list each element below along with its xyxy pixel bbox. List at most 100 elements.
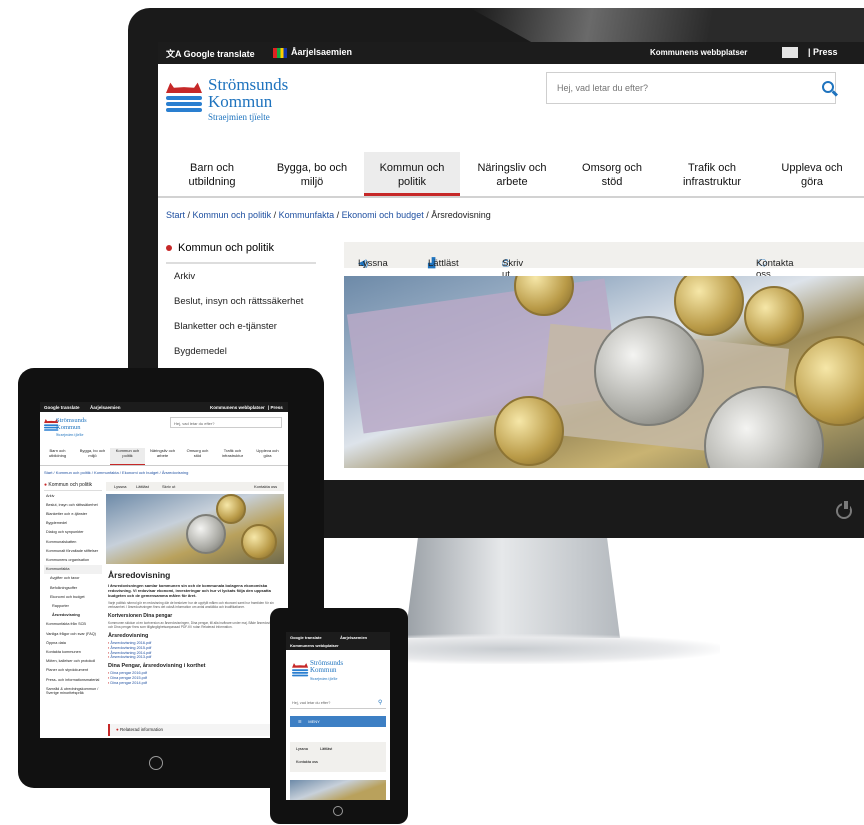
nav-item-bygga[interactable]: Bygga, bo och miljö bbox=[264, 152, 360, 196]
listen-button[interactable]: Lyssna bbox=[296, 747, 308, 751]
hero-image-coins bbox=[344, 276, 864, 468]
sidebar-subitem[interactable]: Rapporter bbox=[44, 601, 102, 610]
contact-button[interactable]: Kontakta oss bbox=[296, 760, 318, 764]
tools-bar: Lyssna Lättläst Kontakta oss bbox=[290, 742, 386, 772]
search-input[interactable] bbox=[547, 73, 807, 103]
breadcrumb-ekonomi[interactable]: Ekonomi och budget bbox=[342, 210, 424, 220]
sami-language-link[interactable]: Åarjelsaemien bbox=[340, 635, 367, 640]
sidebar-item[interactable]: Dialog och synpunkter bbox=[44, 528, 102, 537]
main-navigation: Barn och utbildning Bygga, bo och miljö Ko… bbox=[158, 152, 864, 198]
breadcrumb-kommunfakta[interactable]: Kommunfakta bbox=[279, 210, 335, 220]
google-translate-link[interactable]: Google translate bbox=[290, 635, 322, 640]
kommun-logo-icon bbox=[44, 418, 59, 431]
search-icon[interactable] bbox=[822, 81, 834, 93]
google-translate-link[interactable]: 文A Google translate bbox=[166, 47, 255, 60]
search-input[interactable]: Hej, vad letar du efter? bbox=[170, 417, 282, 428]
municipal-sites-label: Kommunens webbplatser bbox=[650, 48, 748, 57]
device-mockup-stage: 文A Google translate Åarjelsaemien Kommun… bbox=[0, 0, 864, 825]
sidebar-item[interactable]: Kontakta kommunen bbox=[44, 647, 102, 656]
kommun-logo-icon bbox=[292, 662, 309, 677]
nav-item-naringsliv[interactable]: Näringsliv och arbete bbox=[464, 152, 560, 196]
sidebar-item-bygdemedel[interactable]: Bygdemedel bbox=[166, 339, 316, 364]
search-icon[interactable]: ⚲ bbox=[378, 699, 382, 706]
sidebar-item[interactable]: Beslut, insyn och rättssäkerhet bbox=[44, 500, 102, 509]
main-navigation: Barn och utbildning Bygga, bo och miljö Ko… bbox=[40, 446, 288, 466]
sidebar-item[interactable]: Blanketter och e-tjänster bbox=[44, 509, 102, 518]
logo-name: Strömsunds Kommun bbox=[208, 75, 289, 111]
sidebar-item[interactable]: Kommunalt förvaltade stiftelser bbox=[44, 546, 102, 555]
nav-item-trafik[interactable]: Trafik och infrastruktur bbox=[664, 152, 760, 196]
sidebar-item[interactable]: Öppna data bbox=[44, 638, 102, 647]
search-input[interactable]: Hej, vad letar du efter? bbox=[290, 698, 386, 709]
nav-item-naringsliv[interactable]: Näringsliv och arbete bbox=[145, 448, 180, 458]
municipal-sites-label: Kommunens webbplatser bbox=[290, 643, 339, 648]
pdf-link[interactable]: Dina pengar 2014.pdf bbox=[108, 681, 282, 686]
tablet-screen: Google translate Åarjelsaemien Kommunens… bbox=[40, 402, 288, 738]
breadcrumb: Start / Kommun och politik / Kommunfakta… bbox=[166, 210, 491, 220]
sidebar-item-current[interactable]: Årsredovisning bbox=[44, 611, 102, 620]
kommun-logo-icon bbox=[166, 80, 202, 114]
municipal-sites-dropdown[interactable] bbox=[782, 47, 798, 58]
sidebar-item[interactable]: Bygdemedel bbox=[44, 519, 102, 528]
sidebar-item[interactable]: Samråd & utredningskommun / Sverige mino… bbox=[44, 684, 102, 697]
sidebar-item[interactable]: Press- och informationsmaterial bbox=[44, 675, 102, 684]
sidebar-item[interactable]: Kommunfakta från SCB bbox=[44, 620, 102, 629]
top-bar: 文A Google translate Åarjelsaemien Kommun… bbox=[158, 42, 864, 64]
sami-flag-icon bbox=[273, 47, 287, 58]
nav-item-omsorg[interactable]: Omsorg och stöd bbox=[564, 152, 660, 196]
sami-language-link[interactable]: Åarjelsaemien bbox=[273, 47, 352, 58]
top-bar: Google translate Åarjelsaemien Kommunens… bbox=[286, 632, 390, 650]
print-button[interactable]: Skriv ut bbox=[162, 484, 175, 489]
sidebar-item-beslut[interactable]: Beslut, insyn och rättssäkerhet bbox=[166, 289, 316, 314]
breadcrumb-kommun[interactable]: Kommun och politik bbox=[193, 210, 272, 220]
sidebar-subitem[interactable]: Befolkningsoffer bbox=[44, 583, 102, 592]
sidebar-subitem[interactable]: Avgifter och taxor bbox=[44, 574, 102, 583]
nav-item-barn[interactable]: Barn och utbildning bbox=[40, 448, 75, 458]
breadcrumb[interactable]: Start / Kommun och politik / Kommunfakta… bbox=[44, 470, 188, 475]
google-translate-link[interactable]: Google translate bbox=[44, 405, 80, 410]
press-link[interactable]: | Press bbox=[808, 47, 838, 57]
tools-bar: Lyssna Lättläst Skriv ut Kontakta oss bbox=[106, 482, 284, 491]
sidebar-item[interactable]: Vanliga frågor och svar (FAQ) bbox=[44, 629, 102, 638]
sidebar-item[interactable]: Kommunfakta bbox=[44, 564, 102, 574]
power-icon bbox=[333, 806, 343, 816]
nav-item-trafik[interactable]: Trafik och infrastruktur bbox=[215, 448, 250, 458]
listen-button[interactable]: Lyssna bbox=[114, 484, 127, 489]
related-information[interactable]: ● Relaterad information bbox=[108, 724, 282, 736]
nav-item-barn[interactable]: Barn och utbildning bbox=[164, 152, 260, 196]
logo-name: Strömsunds Kommun bbox=[310, 659, 344, 674]
nav-item-uppleva[interactable]: Uppleva och göra bbox=[250, 448, 285, 458]
section-heading: Årsredovisning bbox=[108, 633, 149, 639]
sidebar-item[interactable]: Planer och styrdokument bbox=[44, 666, 102, 675]
sidebar-heading[interactable]: Kommun och politik bbox=[166, 242, 316, 264]
power-icon bbox=[149, 756, 163, 770]
contact-button[interactable]: Kontakta oss bbox=[254, 484, 277, 489]
nav-item-omsorg[interactable]: Omsorg och stöd bbox=[180, 448, 215, 458]
sidebar-item[interactable]: Kommunens organisation bbox=[44, 555, 102, 564]
nav-item-kommun[interactable]: Kommun och politik bbox=[364, 152, 460, 196]
body-text: Kommunen skickar ut en kortversion av år… bbox=[108, 621, 282, 629]
sidebar: Kommun och politik Arkiv Beslut, insyn o… bbox=[166, 242, 316, 364]
pdf-link[interactable]: Årsredovisning 2013.pdf bbox=[108, 655, 282, 660]
easy-read-button[interactable]: Lättläst bbox=[136, 484, 149, 489]
municipal-sites-label: Kommunens webbplatser bbox=[210, 405, 265, 410]
easy-read-button[interactable]: Lättläst bbox=[320, 747, 332, 751]
hamburger-icon: ☰ bbox=[298, 719, 309, 724]
hero-image-coins bbox=[290, 780, 386, 800]
breadcrumb-start[interactable]: Start bbox=[166, 210, 185, 220]
sidebar-item[interactable]: Kommunalskatten bbox=[44, 537, 102, 546]
sidebar-item[interactable]: Arkiv bbox=[44, 491, 102, 500]
logo-name: Strömsunds Kommun bbox=[56, 417, 87, 431]
sidebar-item[interactable]: Möten, kallelser och protokoll bbox=[44, 657, 102, 666]
nav-item-kommun[interactable]: Kommun och politik bbox=[110, 448, 145, 465]
press-link[interactable]: | Press bbox=[268, 405, 283, 410]
main-content: Årsredovisning I årsredovisningen samlar… bbox=[108, 570, 282, 686]
sidebar-item-arkiv[interactable]: Arkiv bbox=[166, 264, 316, 289]
nav-item-uppleva[interactable]: Uppleva och göra bbox=[764, 152, 860, 196]
nav-item-bygga[interactable]: Bygga, bo och miljö bbox=[75, 448, 110, 458]
sidebar-heading[interactable]: ● Kommun och politik bbox=[44, 482, 102, 491]
sidebar-subitem[interactable]: Ekonomi och budget bbox=[44, 592, 102, 601]
sami-language-link[interactable]: Åarjelsaemien bbox=[90, 405, 121, 410]
sidebar-item-blanketter[interactable]: Blanketter och e-tjänster bbox=[166, 314, 316, 339]
menu-button[interactable]: ☰ MENY bbox=[290, 716, 386, 727]
